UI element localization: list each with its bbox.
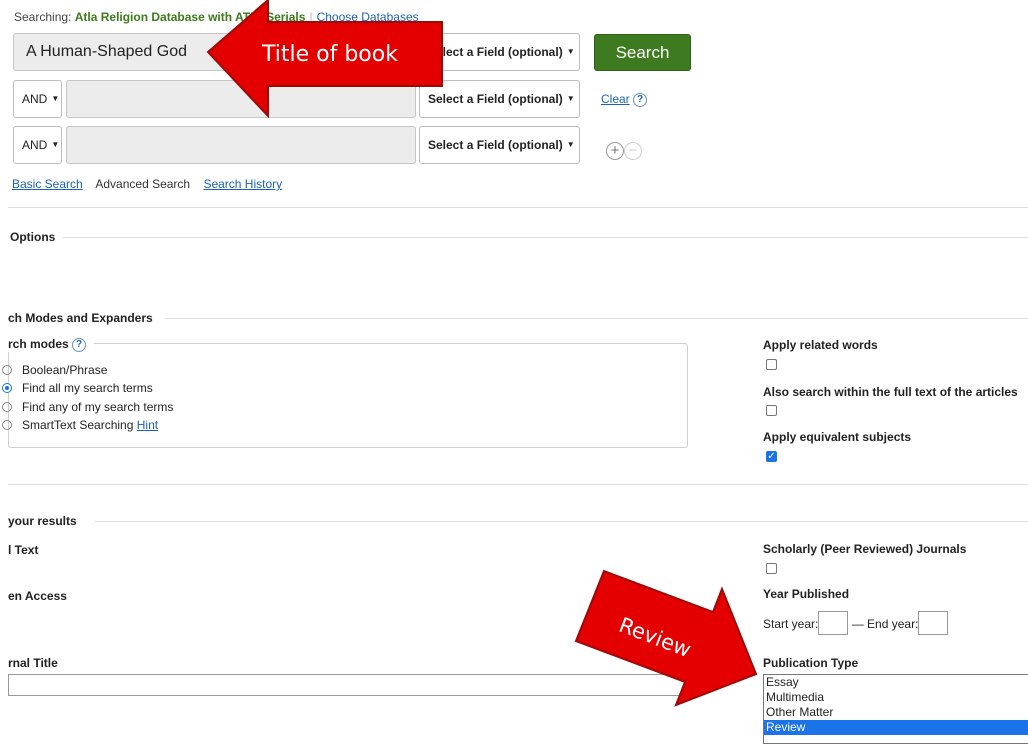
title-of-book-annotation: Title of book — [262, 42, 398, 67]
annotation-overlay — [206, 0, 758, 707]
